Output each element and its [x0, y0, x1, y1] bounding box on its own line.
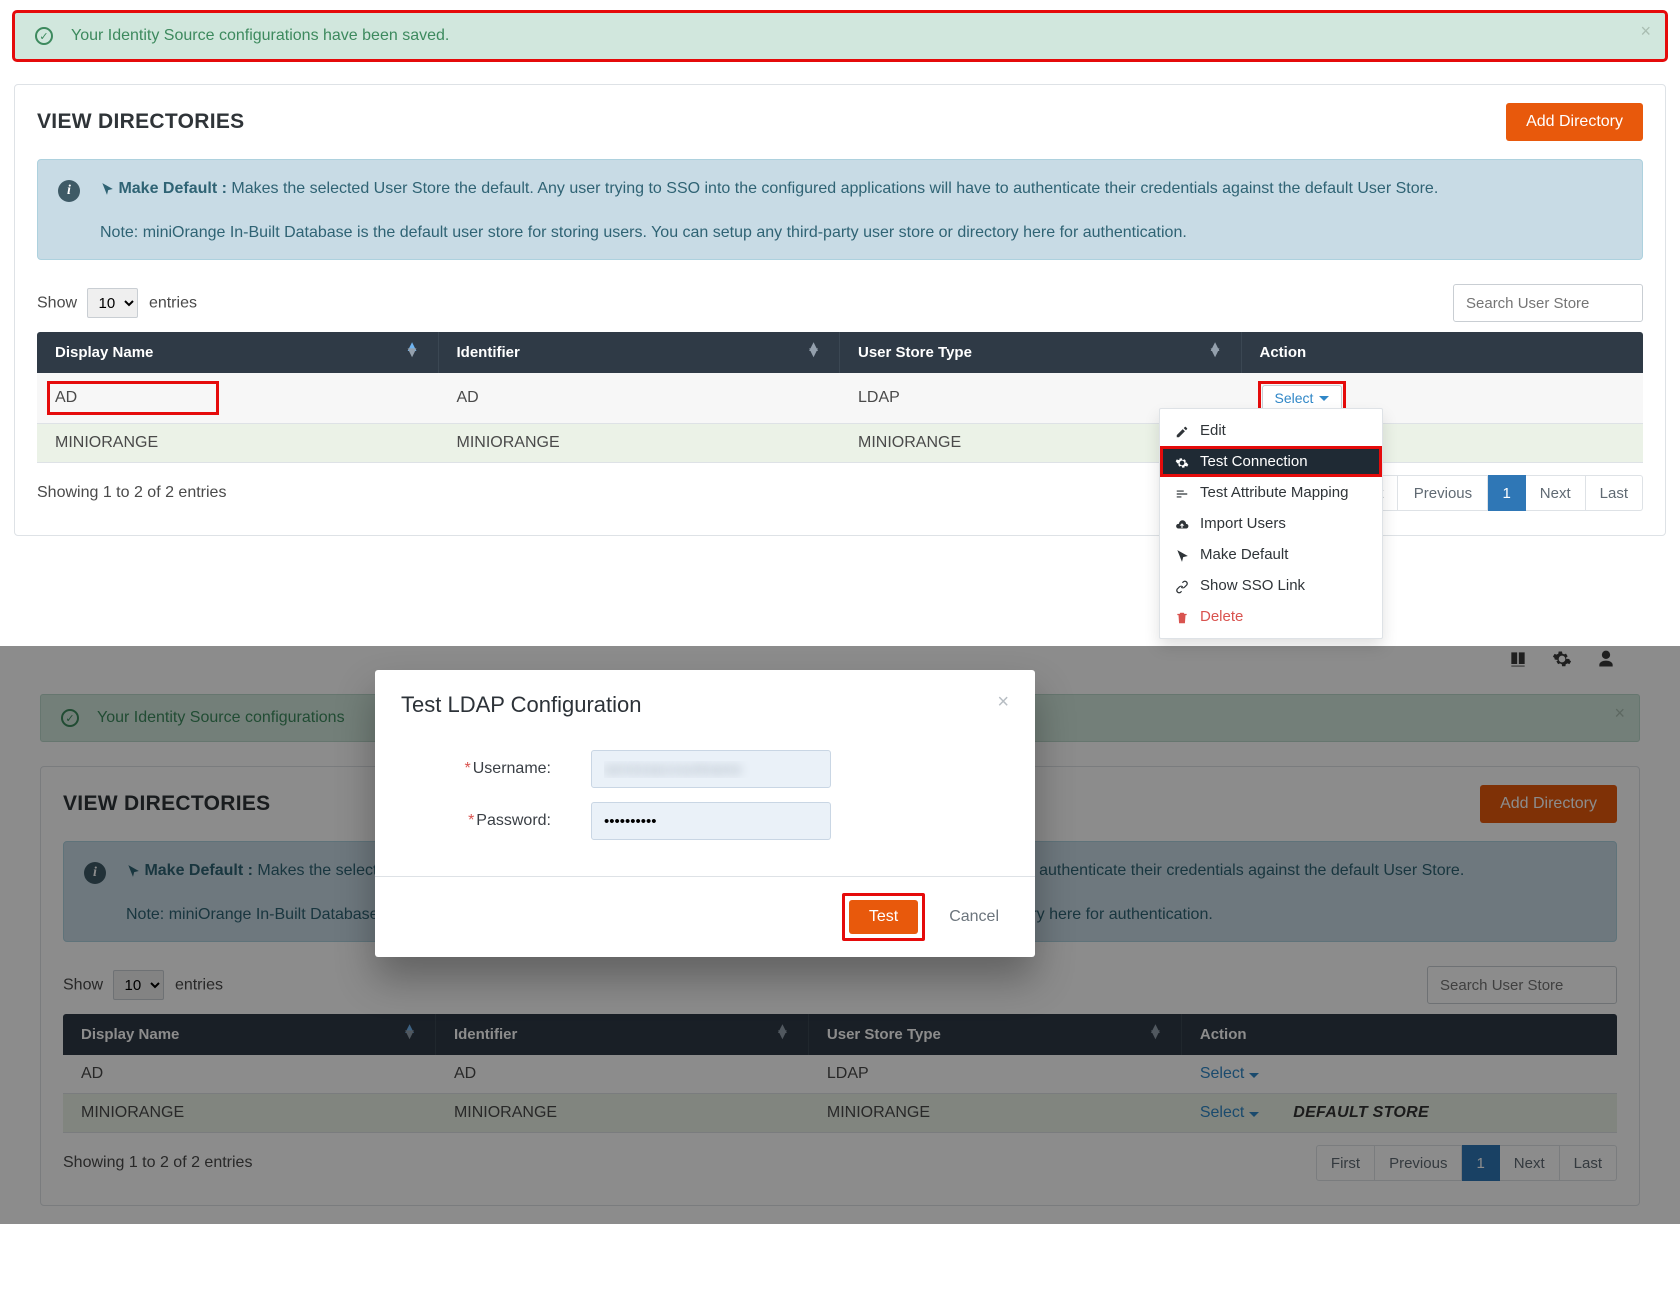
table-zone: Display Name ▲▼ Identifier ▲▼ User Store…	[15, 332, 1665, 463]
directories-table: Display Name ▲▼ Identifier ▲▼ User Store…	[37, 332, 1643, 463]
modal-title: Test LDAP Configuration	[401, 692, 642, 718]
sort-icon: ▲▼	[405, 344, 420, 356]
table-row: AD AD LDAP Select	[37, 373, 1643, 424]
test-button[interactable]: Test	[849, 900, 918, 934]
entries-control: Show 10 entries	[37, 288, 197, 318]
pager-last[interactable]: Last	[1586, 475, 1643, 511]
search-input[interactable]	[1453, 284, 1643, 322]
info-body: Makes the selected User Store the defaul…	[231, 180, 1438, 197]
chevron-down-icon	[1319, 396, 1329, 401]
col-type[interactable]: User Store Type	[858, 344, 972, 361]
row-identifier: AD	[439, 373, 841, 424]
entries-select[interactable]: 10	[87, 288, 138, 318]
sliders-icon	[1174, 485, 1190, 501]
bottom-screenshot: ✓ Your Identity Source configurations × …	[0, 646, 1680, 1224]
dd-label: Delete	[1200, 608, 1243, 625]
action-dropdown: Edit Test Connection Test Attribute Mapp…	[1159, 408, 1383, 639]
dd-label: Test Attribute Mapping	[1200, 484, 1348, 501]
pointer-icon	[1174, 547, 1190, 563]
add-directory-button[interactable]: Add Directory	[1506, 103, 1643, 141]
edit-icon	[1174, 423, 1190, 439]
success-banner: ✓ Your Identity Source configurations ha…	[14, 12, 1666, 60]
col-identifier[interactable]: Identifier	[457, 344, 520, 361]
dd-label: Edit	[1200, 422, 1226, 439]
dd-test-connection[interactable]: Test Connection	[1160, 446, 1382, 477]
showing-text: Showing 1 to 2 of 2 entries	[37, 484, 226, 502]
info-lead: Make Default :	[118, 180, 231, 197]
close-icon[interactable]: ×	[997, 692, 1009, 712]
dd-label: Import Users	[1200, 515, 1286, 532]
sort-icon: ▲▼	[806, 344, 821, 356]
directories-card: VIEW DIRECTORIES Add Directory i Make De…	[14, 84, 1666, 536]
page-title: VIEW DIRECTORIES	[37, 110, 244, 134]
entries-suffix: entries	[149, 295, 197, 312]
row-name: AD	[49, 383, 217, 413]
banner-text: Your Identity Source configurations have…	[71, 27, 449, 45]
col-name[interactable]: Display Name	[55, 344, 153, 361]
password-label: Password:	[476, 812, 551, 829]
username-label: Username:	[473, 760, 551, 777]
pager-page[interactable]: 1	[1488, 475, 1525, 511]
pointer-icon	[100, 182, 114, 196]
select-label: Select	[1275, 390, 1314, 406]
dd-label: Show SSO Link	[1200, 577, 1305, 594]
pager-prev[interactable]: Previous	[1398, 475, 1488, 511]
dd-edit[interactable]: Edit	[1160, 415, 1382, 446]
test-ldap-modal: Test LDAP Configuration × *Username: *Pa…	[375, 670, 1035, 957]
username-input[interactable]	[591, 750, 831, 788]
dd-make-default[interactable]: Make Default	[1160, 539, 1382, 570]
dd-label: Test Connection	[1200, 453, 1308, 470]
password-input[interactable]	[591, 802, 831, 840]
close-icon[interactable]: ×	[1640, 21, 1651, 42]
dd-test-attr[interactable]: Test Attribute Mapping	[1160, 477, 1382, 508]
col-action: Action	[1260, 344, 1307, 361]
info-icon: i	[58, 180, 80, 202]
gears-icon	[1174, 454, 1190, 470]
row-identifier: MINIORANGE	[439, 424, 841, 463]
info-note: Note: miniOrange In-Built Database is th…	[100, 220, 1438, 246]
info-box: i Make Default : Makes the selected User…	[37, 159, 1643, 260]
link-icon	[1174, 578, 1190, 594]
dd-delete[interactable]: Delete	[1160, 601, 1382, 632]
row-name: MINIORANGE	[37, 424, 439, 463]
check-icon: ✓	[35, 27, 53, 45]
entries-show-label: Show	[37, 295, 77, 312]
cancel-button[interactable]: Cancel	[933, 893, 1015, 941]
sort-icon: ▲▼	[1208, 344, 1223, 356]
dd-show-sso[interactable]: Show SSO Link	[1160, 570, 1382, 601]
top-screenshot: ✓ Your Identity Source configurations ha…	[0, 0, 1680, 576]
cloud-upload-icon	[1174, 516, 1190, 532]
dd-label: Make Default	[1200, 546, 1288, 563]
pager-next[interactable]: Next	[1526, 475, 1586, 511]
table-row: MINIORANGE MINIORANGE MINIORANGE	[37, 424, 1643, 463]
pager: First Previous 1 Next Last	[1339, 475, 1643, 511]
dd-import[interactable]: Import Users	[1160, 508, 1382, 539]
trash-icon	[1174, 609, 1190, 625]
